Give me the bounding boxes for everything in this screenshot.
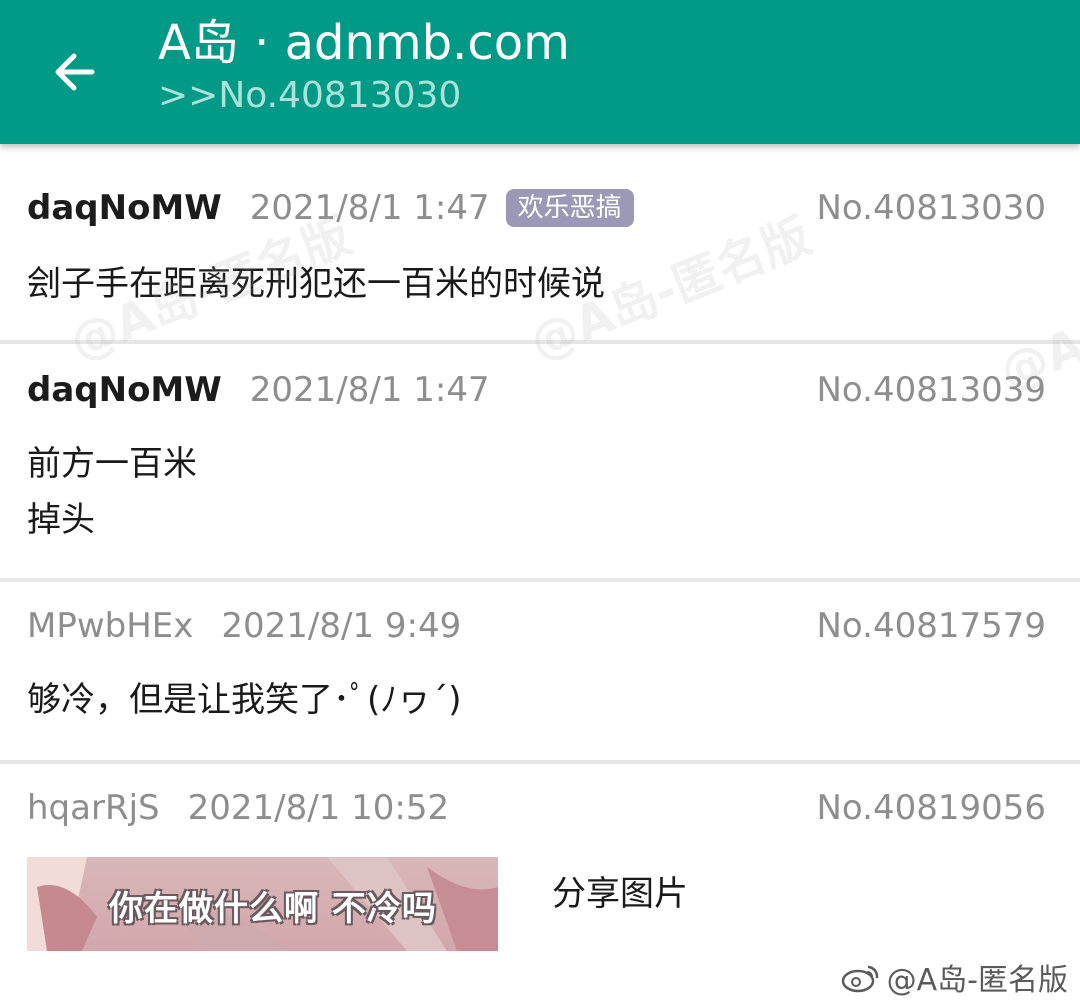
post-uid[interactable]: daqNoMW	[27, 188, 222, 228]
post-content: 够冷，但是让我笑了･ﾟ(ﾉヮ´)	[27, 680, 462, 720]
post-uid[interactable]: MPwbHEx	[27, 606, 193, 646]
post-uid[interactable]: daqNoMW	[27, 370, 222, 410]
post-number[interactable]: No.40813039	[817, 368, 1047, 412]
post-content: 前方一百米 掉头	[27, 444, 197, 540]
app-bar: A岛 · adnmb.com >>No.40813030	[0, 0, 1080, 144]
post-time: 2021/8/1 1:47	[249, 370, 490, 410]
post-number[interactable]: No.40813030	[817, 186, 1047, 230]
post-number[interactable]: No.40819056	[817, 786, 1047, 830]
post-uid[interactable]: hqarRjS	[27, 788, 160, 828]
image-caption: 你在做什么啊 不冷吗	[109, 889, 437, 929]
arrow-left-icon	[55, 53, 95, 91]
watermark-text: @A岛-匿名版	[886, 963, 1068, 998]
post-main[interactable]: daqNoMW 2021/8/1 1:47 欢乐恶搞 No.40813030 刽…	[0, 144, 1080, 344]
forum-tag[interactable]: 欢乐恶搞	[505, 189, 634, 227]
post-time: 2021/8/1 9:49	[221, 606, 462, 646]
weibo-icon	[841, 965, 878, 993]
thread-number: >>No.40813030	[158, 75, 462, 116]
weibo-watermark: @A岛-匿名版	[841, 955, 1068, 999]
reply-item[interactable]: daqNoMW 2021/8/1 1:47 No.40813039 前方一百米 …	[0, 344, 1080, 582]
page-title: A岛 · adnmb.com	[158, 15, 570, 71]
post-number[interactable]: No.40817579	[817, 604, 1047, 648]
post-content: 分享图片	[552, 874, 688, 914]
reply-item[interactable]: MPwbHEx 2021/8/1 9:49 No.40817579 够冷，但是让…	[0, 582, 1080, 764]
post-time: 2021/8/1 1:47	[249, 188, 490, 228]
post-time: 2021/8/1 10:52	[187, 788, 450, 828]
post-content: 刽子手在距离死刑犯还一百米的时候说	[27, 264, 605, 304]
back-button[interactable]	[40, 40, 108, 104]
post-image-thumbnail[interactable]: 你在做什么啊 不冷吗	[27, 857, 498, 951]
